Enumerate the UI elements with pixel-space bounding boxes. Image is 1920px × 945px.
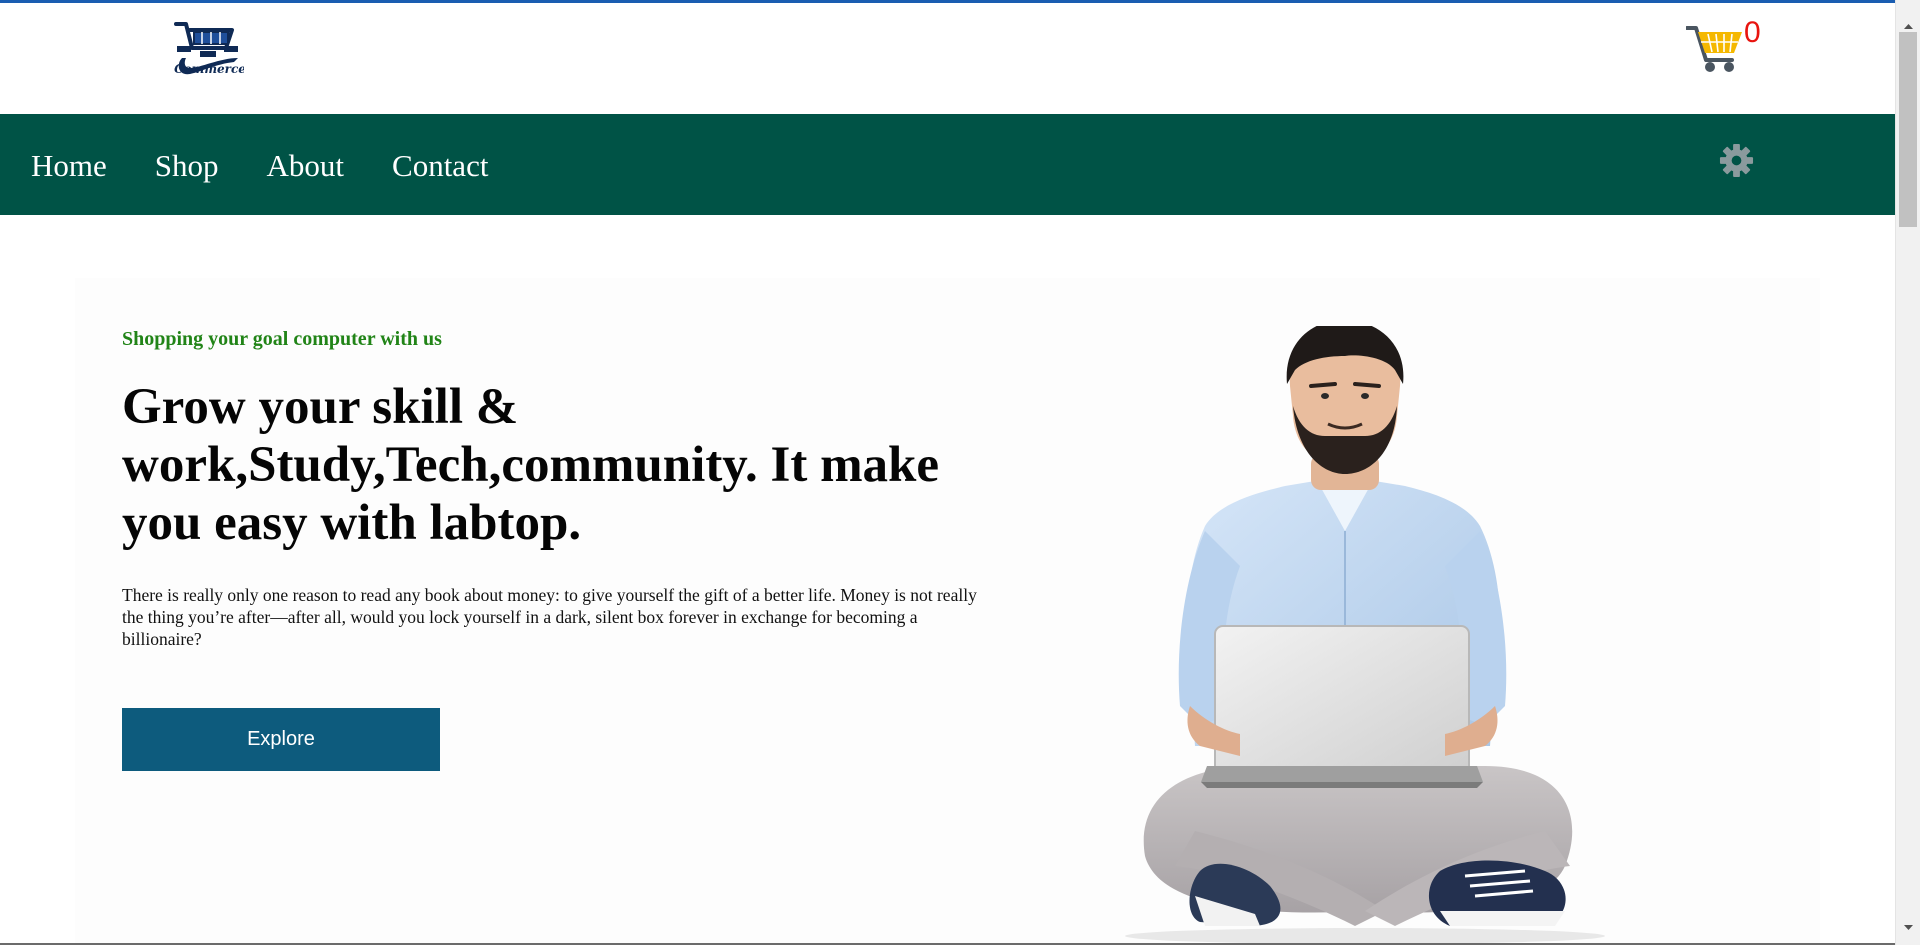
hero-kicker: Shopping your goal computer with us (122, 328, 442, 350)
hero-description: There is really only one reason to read … (122, 585, 977, 649)
nav-item-contact[interactable]: Contact (392, 148, 488, 181)
hero-title: Grow your skill & work,Study,Tech,commun… (122, 379, 940, 551)
nav-item-shop[interactable]: Shop (155, 148, 219, 181)
nav-item-home[interactable]: Home (31, 148, 107, 181)
site-header (0, 3, 1895, 114)
scroll-up-arrow-icon[interactable] (1896, 20, 1920, 32)
scrollbar-thumb[interactable] (1899, 32, 1917, 227)
vertical-scrollbar[interactable] (1895, 0, 1920, 945)
main-navbar: Home Shop About Contact (0, 114, 1895, 215)
cart-count-badge: 0 (1744, 16, 1761, 49)
nav-menu: Home Shop About Contact (31, 114, 536, 215)
shopping-cart-logo[interactable]: Commerce (172, 18, 244, 80)
hero-image (1125, 326, 1605, 944)
scroll-down-arrow-icon[interactable] (1896, 922, 1920, 934)
nav-item-about[interactable]: About (267, 148, 345, 181)
explore-button[interactable]: Explore (122, 708, 440, 771)
gear-icon[interactable] (1719, 143, 1754, 178)
logo-text: Commerce (174, 62, 244, 76)
shopping-cart-icon[interactable] (1686, 22, 1744, 74)
